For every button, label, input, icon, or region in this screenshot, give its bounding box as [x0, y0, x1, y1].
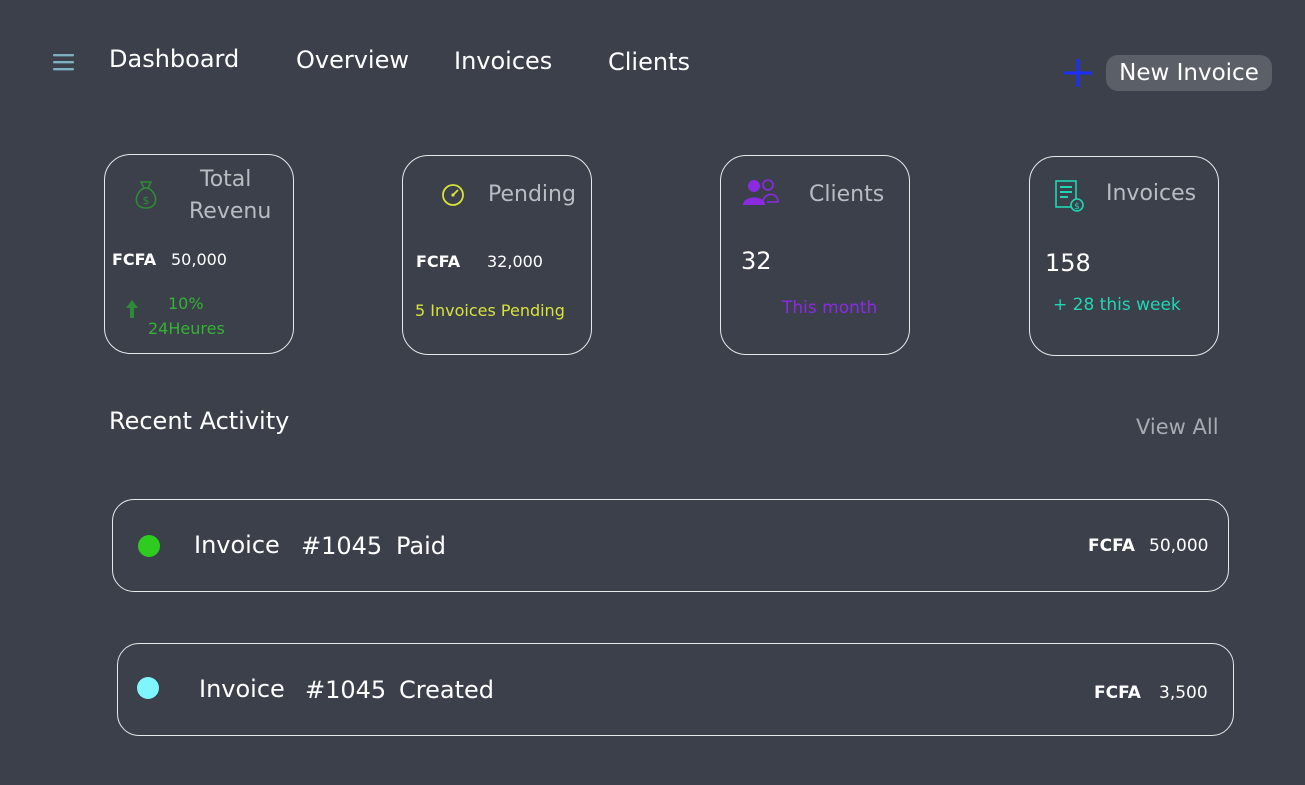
revenue-amount: 50,000: [171, 250, 227, 269]
nav-invoices[interactable]: Invoices: [454, 47, 552, 75]
card-title-line2: Revenu: [189, 199, 272, 224]
svg-text:$: $: [1074, 202, 1080, 212]
pending-amount: 32,000: [487, 252, 543, 271]
currency-label: FCFA: [416, 252, 461, 271]
row-amount: 3,500: [1159, 683, 1208, 703]
status-dot: [138, 535, 160, 557]
invoice-status: Paid: [396, 532, 447, 560]
invoice-icon: $: [1054, 179, 1086, 217]
gauge-icon: [441, 183, 465, 211]
row-amount: 50,000: [1149, 536, 1209, 556]
row-currency: FCFA: [1088, 536, 1135, 556]
invoice-status: Created: [399, 676, 494, 704]
arrow-up-icon: [125, 299, 139, 323]
nav-overview[interactable]: Overview: [296, 46, 409, 74]
view-all-link[interactable]: View All: [1136, 415, 1219, 439]
svg-text:$: $: [143, 194, 150, 207]
card-title: Invoices: [1106, 181, 1197, 206]
row-currency: FCFA: [1094, 683, 1141, 703]
card-title: Pending: [488, 182, 576, 207]
revenue-change: 10%: [168, 294, 204, 313]
new-invoice-button[interactable]: New Invoice: [1106, 55, 1272, 91]
invoices-count: 158: [1045, 249, 1091, 277]
recent-activity-title: Recent Activity: [109, 407, 290, 435]
money-bag-icon: $: [131, 179, 161, 215]
row-label: Invoice: [199, 675, 285, 703]
status-dot: [137, 677, 159, 699]
pending-card: Pending FCFA 32,000 5 Invoices Pending: [402, 155, 592, 355]
card-title: Clients: [809, 182, 885, 207]
total-revenue-card: $ Total Revenu FCFA 50,000 10% 24Heures: [104, 154, 294, 354]
activity-row[interactable]: Invoice #1045 Paid FCFA 50,000: [112, 499, 1229, 592]
activity-row[interactable]: Invoice #1045 Created FCFA 3,500: [117, 643, 1234, 736]
invoice-number: #1045: [305, 676, 387, 704]
card-title-line1: Total: [200, 167, 252, 192]
plus-icon[interactable]: [1062, 57, 1094, 89]
revenue-period: 24Heures: [148, 319, 225, 338]
currency-label: FCFA: [112, 250, 157, 269]
pending-note: 5 Invoices Pending: [415, 301, 565, 320]
row-label: Invoice: [194, 531, 280, 559]
hamburger-menu-icon[interactable]: [53, 52, 74, 72]
invoice-number: #1045: [301, 532, 383, 560]
clients-card: Clients 32 This month: [720, 155, 910, 355]
clients-count: 32: [741, 247, 772, 275]
invoices-note: + 28 this week: [1053, 295, 1181, 315]
clients-note: This month: [782, 298, 878, 318]
users-icon: [743, 178, 779, 210]
nav-clients[interactable]: Clients: [608, 48, 690, 76]
invoices-card: $ Invoices 158 + 28 this week: [1029, 156, 1219, 356]
nav-dashboard[interactable]: Dashboard: [109, 45, 239, 73]
